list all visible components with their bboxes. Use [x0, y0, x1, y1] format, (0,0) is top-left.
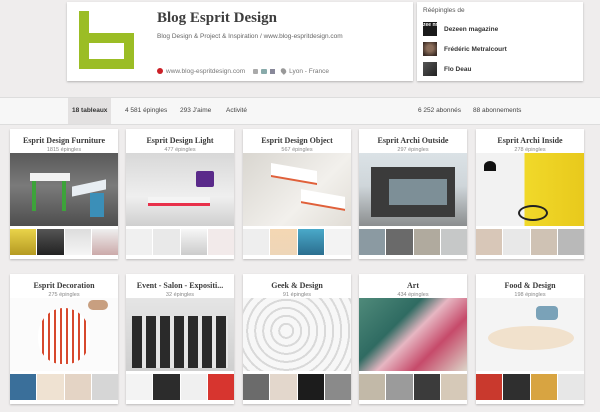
board-thumbnails: [243, 229, 351, 255]
pinterest-icon: [157, 68, 163, 74]
tab-likes[interactable]: 293 J'aime: [176, 98, 215, 124]
facebook-icon[interactable]: [270, 68, 276, 74]
board-thumbnails: [359, 374, 467, 400]
tab-pins[interactable]: 4 581 épingles: [121, 98, 171, 124]
board-card[interactable]: Esprit Archi Outside 297 épingles: [359, 129, 467, 259]
board-cover-image: [359, 153, 467, 226]
board-cover-image: [243, 298, 351, 371]
repin-name: Flo Deau: [444, 65, 472, 73]
board-thumbnails: [126, 374, 234, 400]
profile-meta: www.blog-espritdesign.com Lyon - France: [157, 66, 329, 76]
board-card[interactable]: Event - Salon - Expositi... 32 épingles: [126, 274, 234, 404]
avatar: zee nn: [423, 22, 439, 36]
board-card[interactable]: Esprit Archi Inside 278 épingles: [476, 129, 584, 259]
board-card[interactable]: Geek & Design 91 épingles: [243, 274, 351, 404]
board-thumbnails: [126, 229, 234, 255]
repins-card: Réépingles de zee nn Dezeen magazine Fré…: [417, 2, 583, 81]
board-thumbnails: [10, 374, 118, 400]
tab-activity[interactable]: Activité: [222, 98, 251, 124]
board-card[interactable]: Esprit Decoration 275 épingles: [10, 274, 118, 404]
repin-name: Dezeen magazine: [444, 25, 499, 33]
profile-tab-bar: 18 tableaux 4 581 épingles 293 J'aime Ac…: [0, 97, 600, 125]
board-title: Event - Salon - Expositi...: [136, 281, 224, 290]
avatar: [423, 42, 437, 56]
board-title: Esprit Design Object: [261, 136, 333, 145]
board-card[interactable]: Esprit Design Light 477 épingles: [126, 129, 234, 259]
board-cover-image: [126, 298, 234, 371]
board-card[interactable]: Art 434 épingles: [359, 274, 467, 404]
board-thumbnails: [476, 229, 584, 255]
board-title: Esprit Design Light: [146, 136, 214, 145]
board-card[interactable]: Food & Design 198 épingles: [476, 274, 584, 404]
board-title: Esprit Design Furniture: [22, 136, 106, 145]
repin-name: Frédéric Metralcourt: [444, 45, 507, 53]
board-title: Art: [407, 281, 419, 290]
repin-item[interactable]: zee nn Dezeen magazine: [423, 21, 498, 37]
board-cover-image: [476, 298, 584, 371]
board-thumbnails: [476, 374, 584, 400]
tab-boards[interactable]: 18 tableaux: [68, 98, 112, 124]
board-cover-image: [476, 153, 584, 226]
website-link[interactable]: www.blog-espritdesign.com: [166, 68, 245, 75]
board-card[interactable]: Esprit Design Furniture 1815 épingles: [10, 129, 118, 259]
profile-description: Blog Design & Project & Inspiration / ww…: [157, 33, 343, 40]
board-title: Esprit Archi Outside: [377, 136, 449, 145]
board-card[interactable]: Esprit Design Object 567 épingles: [243, 129, 351, 259]
tab-followers[interactable]: 6 252 abonnés: [414, 98, 465, 124]
twitter-icon[interactable]: [261, 68, 268, 74]
profile-card: Blog Esprit Design Blog Design & Project…: [67, 2, 413, 81]
board-thumbnails: [243, 374, 351, 400]
location-icon: [279, 67, 288, 75]
profile-location: Lyon - France: [289, 67, 329, 75]
board-cover-image: [243, 153, 351, 226]
board-title: Esprit Archi Inside: [497, 136, 563, 145]
board-cover-image: [10, 153, 118, 226]
board-cover-image: [359, 298, 467, 371]
rss-icon[interactable]: [253, 68, 259, 74]
board-title: Esprit Decoration: [33, 281, 95, 290]
board-title: Food & Design: [504, 281, 556, 290]
board-cover-image: [10, 298, 118, 371]
board-title: Geek & Design: [271, 281, 323, 290]
tab-following[interactable]: 88 abonnements: [469, 98, 525, 124]
board-thumbnails: [10, 229, 118, 255]
repin-item[interactable]: Flo Deau: [423, 61, 471, 77]
repin-item[interactable]: Frédéric Metralcourt: [423, 41, 507, 57]
board-thumbnails: [359, 229, 467, 255]
avatar: [423, 62, 437, 76]
repins-title: Réépingles de: [423, 7, 465, 14]
board-cover-image: [126, 153, 234, 226]
profile-name: Blog Esprit Design: [157, 10, 278, 26]
brand-logo[interactable]: [79, 11, 134, 69]
